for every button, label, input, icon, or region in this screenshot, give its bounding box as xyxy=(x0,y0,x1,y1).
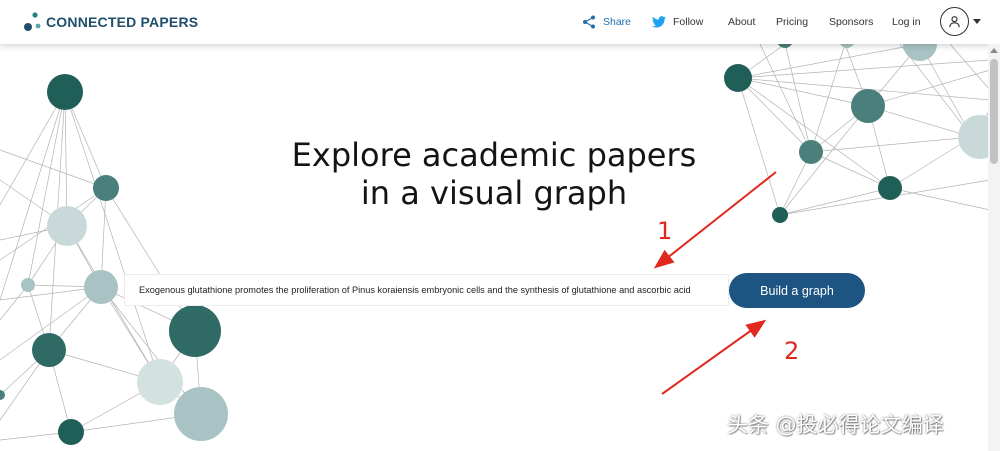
build-graph-button[interactable]: Build a graph xyxy=(729,273,865,308)
nav-about-label: About xyxy=(728,16,756,28)
scroll-up-arrow-icon[interactable] xyxy=(990,48,998,53)
nav-login[interactable]: Log in xyxy=(892,0,921,44)
graph-node xyxy=(169,305,221,357)
nav-follow[interactable]: Follow xyxy=(652,0,703,44)
nav-sponsors-label: Sponsors xyxy=(829,16,874,28)
graph-node xyxy=(851,89,885,123)
hero-title: Explore academic papers in a visual grap… xyxy=(244,136,744,212)
graph-node xyxy=(174,387,228,441)
scrollbar-thumb[interactable] xyxy=(990,59,998,164)
graph-node xyxy=(84,270,118,304)
twitter-icon xyxy=(652,16,666,28)
nav-sponsors[interactable]: Sponsors xyxy=(829,0,873,44)
background-network-graph xyxy=(0,27,1000,445)
graph-node xyxy=(799,140,823,164)
nav-login-label: Log in xyxy=(892,16,921,28)
brand-logo[interactable]: CONNECTED PAPERS xyxy=(24,11,198,33)
graph-node xyxy=(58,419,84,445)
graph-node xyxy=(878,176,902,200)
page-scrollbar[interactable] xyxy=(988,44,1000,451)
nav-pricing[interactable]: Pricing xyxy=(776,0,808,44)
graph-node xyxy=(137,359,183,405)
brand-name: CONNECTED PAPERS xyxy=(46,14,199,30)
connected-papers-logo-icon xyxy=(24,12,41,31)
paper-search-input[interactable] xyxy=(125,275,728,305)
graph-node xyxy=(93,175,119,201)
account-avatar-button[interactable] xyxy=(940,7,969,36)
nav-follow-label: Follow xyxy=(673,16,704,28)
nav-share[interactable]: Share xyxy=(582,0,631,44)
nav-pricing-label: Pricing xyxy=(776,16,809,28)
graph-node xyxy=(724,64,752,92)
hero-title-line-2: in a visual graph xyxy=(360,174,628,212)
user-icon xyxy=(949,16,960,28)
graph-node xyxy=(47,206,87,246)
nav-about[interactable]: About xyxy=(728,0,755,44)
graph-node xyxy=(21,278,35,292)
nav-share-label: Share xyxy=(603,16,632,28)
share-icon xyxy=(582,15,596,29)
search-box xyxy=(124,274,729,306)
chevron-down-icon[interactable] xyxy=(973,19,981,24)
annotation-step-2: 2 xyxy=(784,337,800,365)
annotation-step-1: 1 xyxy=(657,217,673,245)
graph-node xyxy=(47,74,83,110)
watermark-text: 头条 @投必得论文编译 xyxy=(727,413,944,437)
graph-node xyxy=(32,333,66,367)
graph-node xyxy=(772,207,788,223)
hero-title-line-1: Explore academic papers xyxy=(291,136,697,174)
top-navbar: CONNECTED PAPERS Share Follow About Pric… xyxy=(0,0,1000,44)
